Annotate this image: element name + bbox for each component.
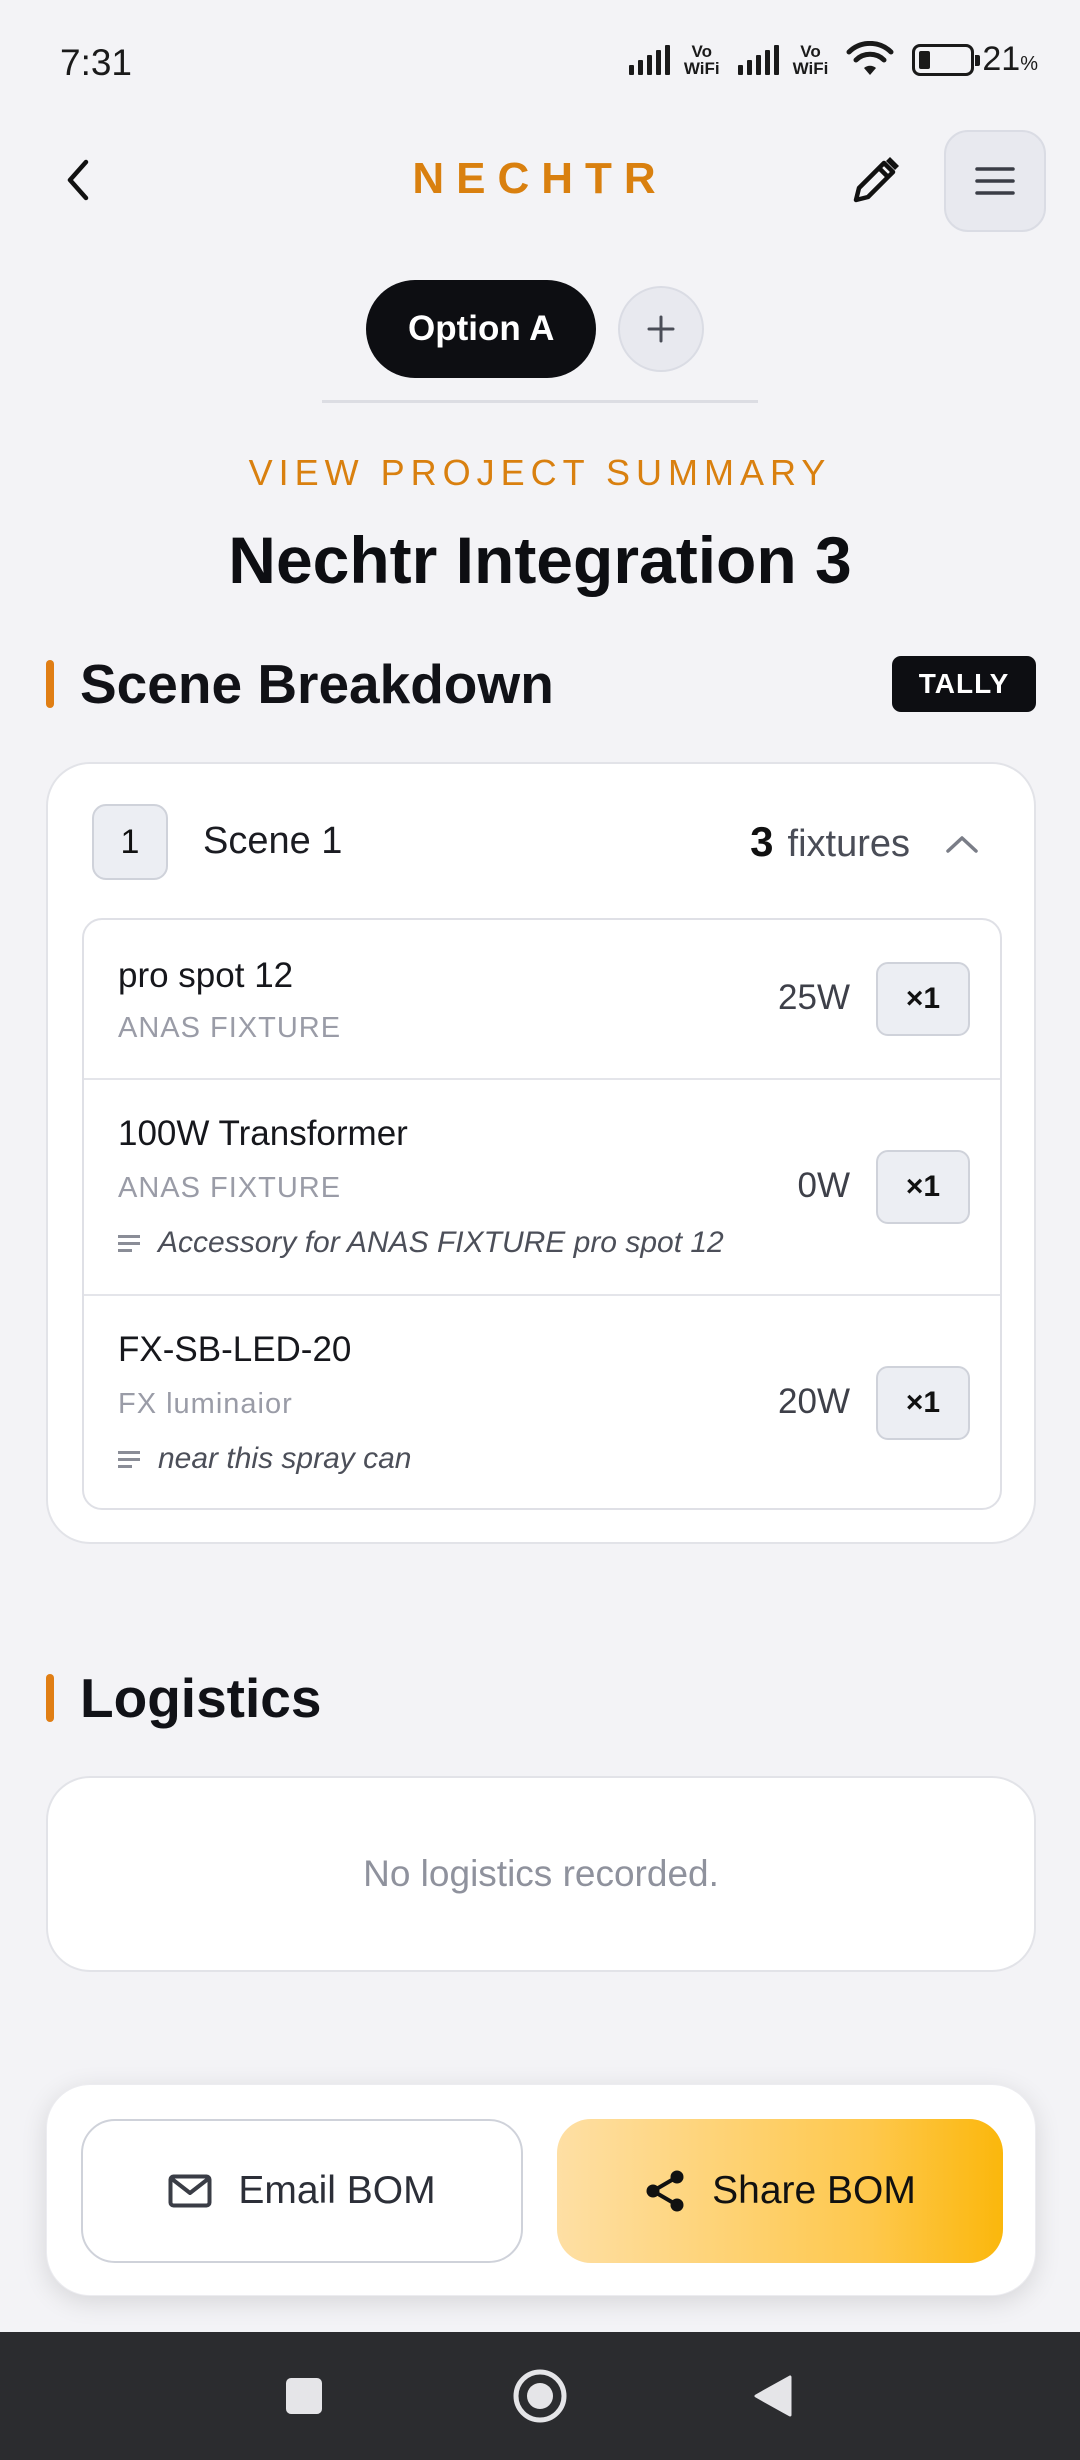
- fixture-quantity[interactable]: ×1: [876, 962, 970, 1036]
- triangle-back-icon: [754, 2375, 792, 2417]
- status-time: 7:31: [60, 42, 133, 83]
- app-brand: NECHTR: [412, 154, 668, 203]
- plus-icon: [647, 315, 675, 343]
- tabs-divider: [322, 400, 758, 403]
- menu-button[interactable]: [944, 130, 1046, 232]
- option-tabs: Option A: [366, 280, 705, 378]
- scene-fixture-count: 3 fixtures: [750, 818, 910, 865]
- cell-signal-icon: [628, 44, 670, 75]
- battery-percent: 21%: [982, 40, 1038, 78]
- bom-action-bar: Email BOM Share BOM: [46, 2084, 1036, 2296]
- note-icon: [118, 1234, 140, 1252]
- recents-button[interactable]: [244, 2332, 364, 2460]
- view-project-summary-link[interactable]: VIEW PROJECT SUMMARY: [0, 452, 1080, 494]
- fixture-note: Accessory for ANAS FIXTURE pro spot 12: [118, 1226, 724, 1260]
- fixture-name: FX-SB-LED-20: [118, 1330, 352, 1369]
- share-icon: [646, 2170, 684, 2212]
- home-button[interactable]: [480, 2332, 600, 2460]
- share-bom-button[interactable]: Share BOM: [557, 2119, 1003, 2263]
- tab-option-a[interactable]: Option A: [366, 280, 597, 378]
- chevron-up-icon: [946, 836, 978, 853]
- email-bom-button[interactable]: Email BOM: [81, 2119, 523, 2263]
- pencil-icon: [853, 157, 899, 203]
- note-icon: [118, 1450, 140, 1468]
- fixture-brand: FX luminaior: [118, 1388, 293, 1420]
- status-icons: Vo WiFi Vo WiFi 21%: [628, 40, 1038, 79]
- fixture-quantity[interactable]: ×1: [876, 1150, 970, 1224]
- logistics-empty-text: No logistics recorded.: [363, 1853, 719, 1894]
- scene-card: 1 Scene 1 3 fixtures pro spot 12 ANAS FI…: [46, 762, 1036, 1544]
- fixture-list: pro spot 12 ANAS FIXTURE 25W ×1 100W Tra…: [82, 918, 1002, 1510]
- battery-indicator: 21%: [912, 40, 1038, 79]
- edit-button[interactable]: [846, 150, 906, 210]
- scene-breakdown-title: Scene Breakdown: [80, 653, 554, 715]
- section-accent-bar: [46, 1674, 54, 1722]
- square-icon: [286, 2378, 322, 2414]
- hamburger-icon: [975, 167, 1015, 195]
- cell-signal-icon-2: [737, 44, 779, 75]
- app-screen: 7:31 Vo WiFi Vo WiFi 21% NECHTR Option A…: [0, 0, 1080, 2460]
- scene-breakdown-heading: Scene Breakdown: [46, 652, 554, 716]
- fixture-wattage: 20W: [778, 1382, 850, 1421]
- fixture-name: pro spot 12: [118, 956, 294, 995]
- scene-number-badge: 1: [92, 804, 168, 880]
- fixture-note: near this spray can: [118, 1442, 411, 1476]
- battery-icon: [912, 43, 981, 76]
- logistics-card: No logistics recorded.: [46, 1776, 1036, 1972]
- collapse-scene-button[interactable]: [942, 824, 982, 864]
- section-accent-bar: [46, 660, 54, 708]
- mail-icon: [168, 2174, 212, 2208]
- logistics-title: Logistics: [80, 1667, 322, 1729]
- share-bom-label: Share BOM: [712, 2169, 916, 2212]
- email-bom-label: Email BOM: [238, 2169, 436, 2212]
- add-option-button[interactable]: [618, 286, 705, 372]
- fixture-name: 100W Transformer: [118, 1114, 408, 1153]
- fixture-brand: ANAS FIXTURE: [118, 1012, 342, 1044]
- back-nav-button[interactable]: [712, 2332, 832, 2460]
- fixture-row[interactable]: 100W Transformer ANAS FIXTURE Accessory …: [84, 1080, 1000, 1296]
- fixture-row[interactable]: FX-SB-LED-20 FX luminaior near this spra…: [84, 1296, 1000, 1508]
- vowifi-indicator: Vo WiFi: [683, 41, 720, 78]
- status-bar: 7:31 Vo WiFi Vo WiFi 21%: [0, 0, 1080, 120]
- wifi-icon: [846, 40, 894, 75]
- system-nav-bar: [0, 2332, 1080, 2460]
- vowifi-indicator-2: Vo WiFi: [792, 41, 829, 78]
- logistics-heading: Logistics: [46, 1666, 321, 1730]
- fixture-wattage: 25W: [778, 978, 850, 1017]
- fixture-brand: ANAS FIXTURE: [118, 1172, 342, 1204]
- scene-name[interactable]: Scene 1: [203, 820, 342, 863]
- tally-button[interactable]: TALLY: [892, 656, 1036, 712]
- fixture-row[interactable]: pro spot 12 ANAS FIXTURE 25W ×1: [84, 920, 1000, 1080]
- fixture-wattage: 0W: [797, 1166, 851, 1205]
- project-title: Nechtr Integration 3: [228, 523, 852, 597]
- battery-level: [919, 50, 931, 69]
- fixture-quantity[interactable]: ×1: [876, 1366, 970, 1440]
- circle-home-icon: [513, 2369, 567, 2423]
